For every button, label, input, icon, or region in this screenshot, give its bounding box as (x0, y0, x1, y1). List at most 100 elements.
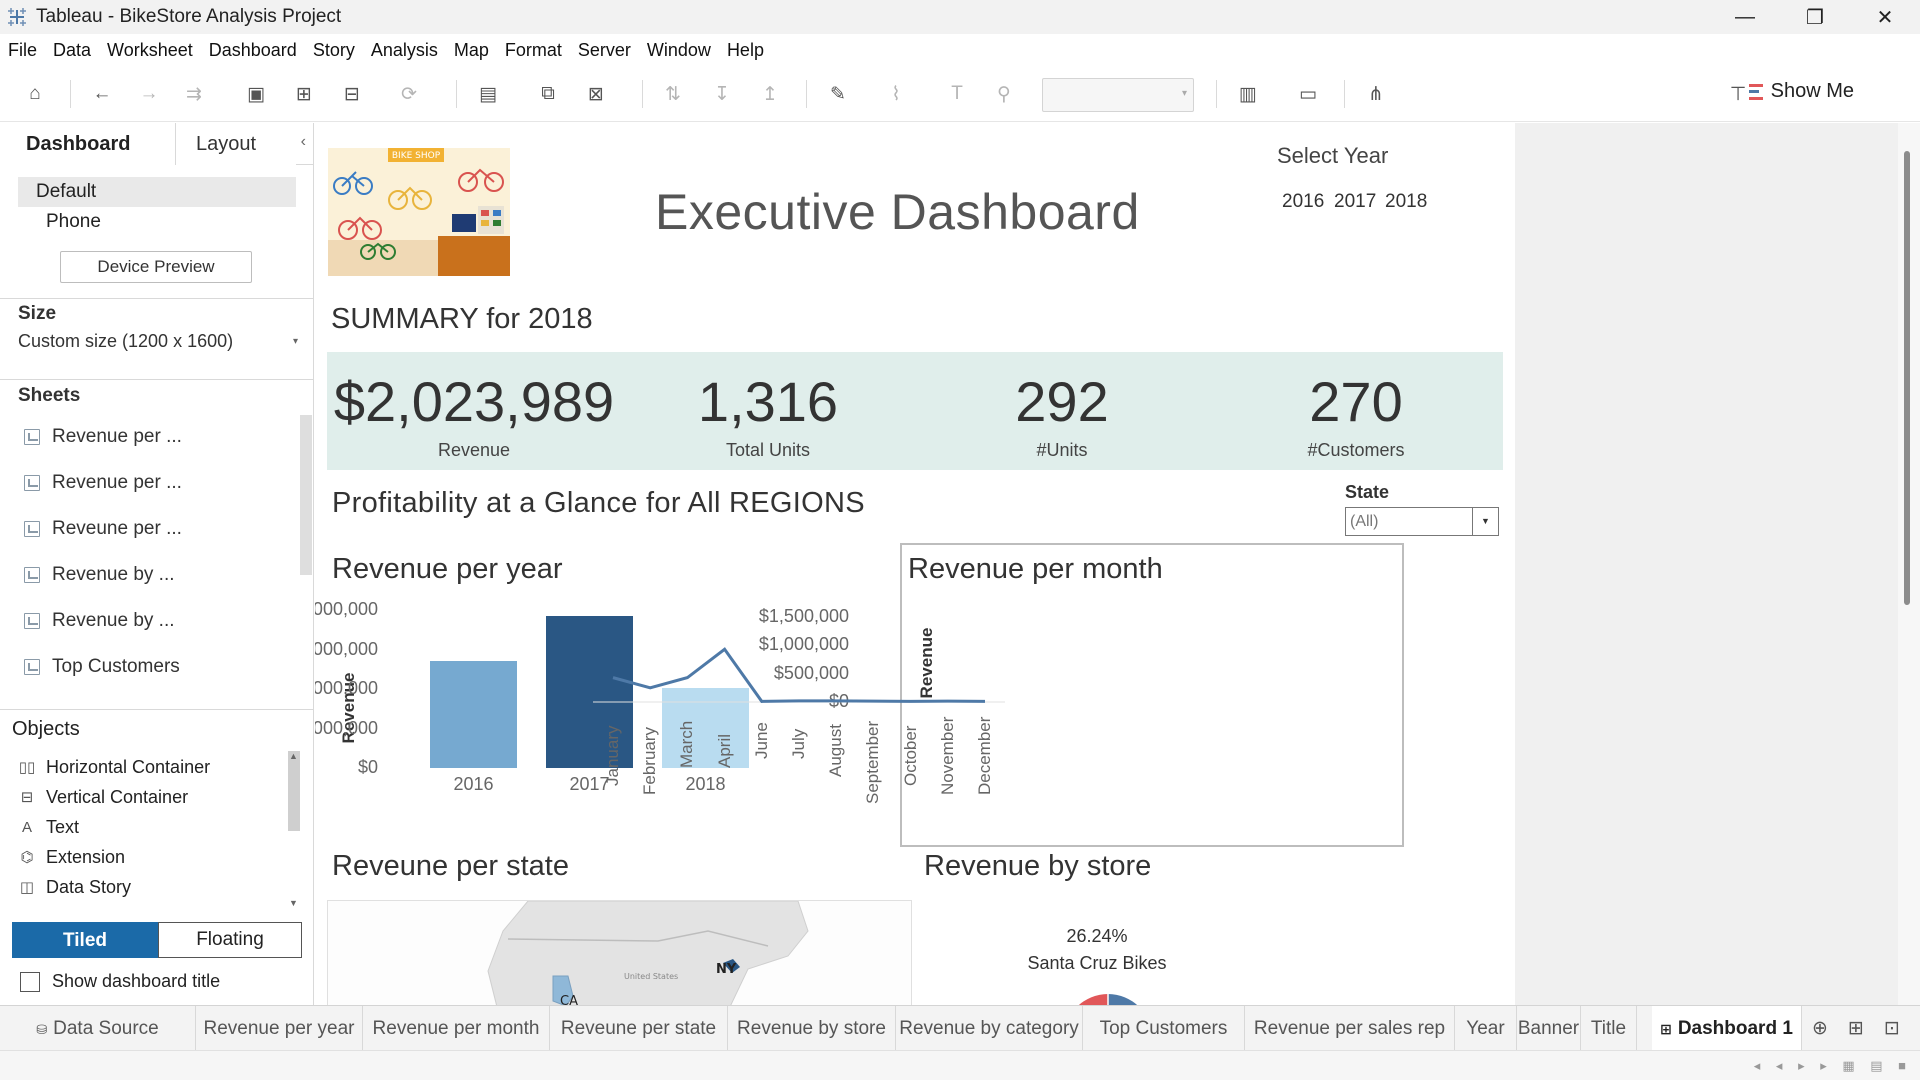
dashboard-icon: ⊞ (1660, 1021, 1672, 1037)
redo-icon[interactable]: → (137, 82, 161, 106)
device-default[interactable]: Default (18, 177, 296, 207)
object-text[interactable]: A Text (18, 813, 79, 841)
tab-dashboard[interactable]: Dashboard (0, 123, 176, 165)
year-option-2016[interactable]: 2016 (1282, 191, 1324, 213)
show-cards-icon[interactable]: ▥ (1236, 82, 1260, 106)
device-phone[interactable]: Phone (46, 211, 101, 233)
show-me-icon (1748, 83, 1763, 100)
x-tick-label: January (603, 725, 622, 786)
tab-top-customers[interactable]: Top Customers (1083, 1006, 1245, 1051)
save-icon[interactable]: ▣ (244, 82, 268, 106)
year-option-2017[interactable]: 2017 (1334, 191, 1376, 213)
objects-scrollbar[interactable] (288, 751, 300, 831)
sort-descending-icon[interactable]: ↥ (758, 82, 782, 106)
sheet-item[interactable]: Revenue by ... (24, 560, 175, 590)
new-story-tab-icon[interactable]: ⊡ (1874, 1006, 1910, 1051)
tab-revenue-per-state[interactable]: Reveune per state (550, 1006, 728, 1051)
home-icon[interactable]: ⌂ (23, 82, 47, 106)
fit-dropdown[interactable]: ▾ (1042, 78, 1194, 112)
scroll-up-icon[interactable]: ▲ (289, 751, 298, 761)
sheet-item[interactable]: Revenue per ... (24, 422, 182, 452)
tab-revenue-per-month[interactable]: Revenue per month (363, 1006, 550, 1051)
menu-file[interactable]: File (8, 40, 37, 61)
tab-title[interactable]: Title (1581, 1006, 1637, 1051)
group-icon[interactable]: ⌇ (884, 82, 908, 106)
minimize-button[interactable]: — (1710, 0, 1780, 34)
pause-updates-icon[interactable]: ⊟ (340, 82, 364, 106)
sort-ascending-icon[interactable]: ↧ (710, 82, 734, 106)
pie-slice[interactable] (1064, 994, 1108, 1005)
worksheet-icon (24, 475, 40, 491)
pie-slice[interactable] (1108, 994, 1152, 1005)
labels-icon[interactable]: T (945, 82, 969, 106)
tab-layout[interactable]: Layout (176, 123, 296, 165)
menu-window[interactable]: Window (647, 40, 711, 61)
presentation-mode-icon[interactable]: ▭ (1296, 82, 1320, 106)
object-data-story[interactable]: ◫ Data Story (18, 873, 131, 901)
tab-banner[interactable]: Banner (1517, 1006, 1581, 1051)
highlight-icon[interactable]: ✎ (826, 82, 850, 106)
tiled-button[interactable]: Tiled (12, 922, 158, 958)
size-dropdown[interactable]: Custom size (1200 x 1600) ▾ (18, 331, 298, 352)
close-button[interactable]: ✕ (1850, 0, 1920, 34)
swap-icon[interactable]: ⇅ (661, 82, 685, 106)
replay-icon[interactable]: ⇉ (182, 82, 206, 106)
menu-dashboard[interactable]: Dashboard (209, 40, 297, 61)
new-worksheet-tab-icon[interactable]: ⊕ (1802, 1006, 1838, 1051)
object-horizontal-container[interactable]: ▯▯ Horizontal Container (18, 753, 210, 781)
revenue-by-store-pie[interactable] (1025, 978, 1191, 1005)
new-worksheet-icon[interactable]: ▤ (476, 82, 500, 106)
year-option-2018[interactable]: 2018 (1385, 191, 1427, 213)
scroll-down-icon[interactable]: ▼ (289, 898, 298, 908)
duplicate-sheet-icon[interactable]: ⧉ (536, 82, 560, 106)
show-title-checkbox[interactable] (20, 971, 40, 992)
sheet-item[interactable]: Top Customers (24, 652, 180, 682)
object-vertical-container[interactable]: ⊟ Vertical Container (18, 783, 188, 811)
undo-icon[interactable]: ← (90, 82, 114, 106)
map-label-country: United States (624, 972, 678, 981)
menu-format[interactable]: Format (505, 40, 562, 61)
tab-data-source[interactable]: ⛁ Data Source (0, 1006, 196, 1051)
sheet-item[interactable]: Revenue per ... (24, 468, 182, 498)
maximize-button[interactable]: ❐ (1780, 0, 1850, 34)
tab-dashboard-1[interactable]: ⊞ Dashboard 1 (1652, 1006, 1802, 1051)
refresh-icon[interactable]: ⟳ (397, 82, 421, 106)
show-me-button[interactable]: Show Me (1748, 80, 1854, 103)
pin-icon[interactable]: ⚲ (992, 82, 1016, 106)
revenue-by-store-title: Revenue by store (924, 850, 1152, 882)
text-icon: A (21, 818, 32, 836)
object-extension[interactable]: ⌬ Extension (18, 843, 125, 871)
revenue-per-state-map[interactable]: CA NY United States (327, 900, 912, 1005)
canvas-scrollbar[interactable] (1898, 123, 1920, 1005)
new-data-source-icon[interactable]: ⊞ (292, 82, 316, 106)
menu-worksheet[interactable]: Worksheet (107, 40, 193, 61)
menu-map[interactable]: Map (454, 40, 489, 61)
tab-revenue-by-store[interactable]: Revenue by store (728, 1006, 896, 1051)
worksheet-icon (24, 567, 40, 583)
size-label: Size (18, 303, 57, 324)
tableau-logo-icon (8, 8, 26, 26)
tab-revenue-by-category[interactable]: Revenue by category (896, 1006, 1083, 1051)
menu-data[interactable]: Data (53, 40, 91, 61)
menu-help[interactable]: Help (727, 40, 764, 61)
floating-button[interactable]: Floating (158, 922, 302, 958)
device-preview-button[interactable]: Device Preview (60, 251, 252, 283)
menu-server[interactable]: Server (578, 40, 631, 61)
new-dashboard-tab-icon[interactable]: ⊞ (1838, 1006, 1874, 1051)
navigation-icons[interactable]: ◂ ◂ ▸ ▸ ▦ ▤ ■ (1754, 1058, 1912, 1074)
sheet-item[interactable]: Revenue by ... (24, 606, 175, 636)
scrollbar-thumb[interactable] (1904, 151, 1910, 605)
collapse-pane-icon[interactable]: ‹ (301, 133, 306, 151)
worksheet-icon (24, 429, 40, 445)
tab-revenue-per-year[interactable]: Revenue per year (196, 1006, 363, 1051)
menu-analysis[interactable]: Analysis (371, 40, 438, 61)
tab-revenue-per-sales-rep[interactable]: Revenue per sales rep (1245, 1006, 1455, 1051)
sheets-scrollbar[interactable] (300, 415, 312, 575)
share-icon[interactable]: ⋔ (1364, 82, 1388, 106)
show-dashboard-title-toggle[interactable]: Show dashboard title (20, 971, 220, 992)
menu-story[interactable]: Story (313, 40, 355, 61)
sheet-item[interactable]: Reveune per ... (24, 514, 182, 544)
tab-year[interactable]: Year (1455, 1006, 1517, 1051)
format-painter-icon[interactable]: ⊤ (1726, 82, 1750, 106)
clear-sheet-icon[interactable]: ⊠ (584, 82, 608, 106)
